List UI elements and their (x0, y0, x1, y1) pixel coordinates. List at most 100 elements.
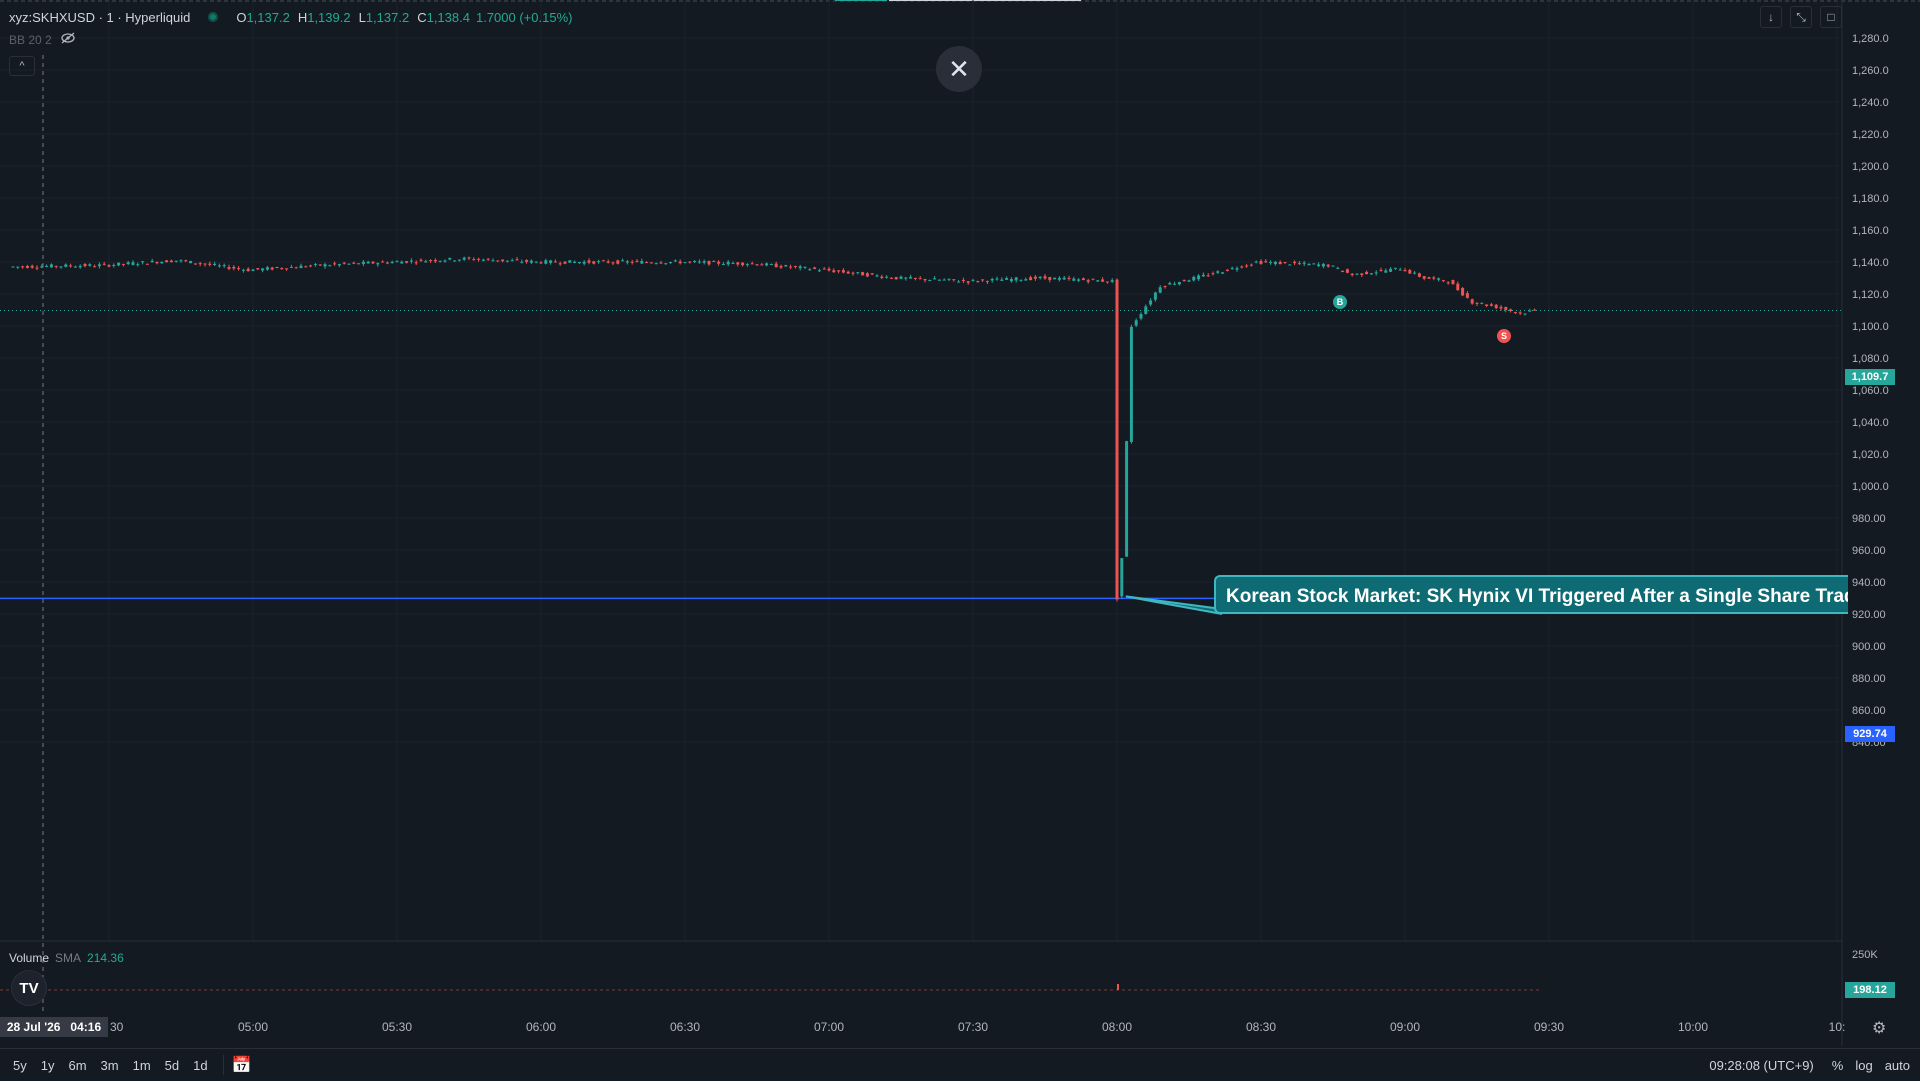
close-label: C (417, 9, 427, 25)
candle (165, 260, 169, 263)
sell-marker[interactable]: S (1497, 329, 1511, 343)
clock[interactable]: 09:28:08 (UTC+9) (1709, 1058, 1813, 1073)
candle (313, 263, 317, 265)
price-axis-label: 1,060.0 (1852, 385, 1889, 397)
candle (1341, 270, 1345, 273)
candle (1019, 279, 1023, 281)
candle (486, 258, 490, 260)
candle (203, 263, 207, 265)
candle (107, 265, 111, 267)
candle (702, 261, 706, 263)
tradingview-logo[interactable]: TV (11, 970, 47, 1006)
indicator-label[interactable]: BB 20 2 (9, 33, 52, 47)
candle (136, 264, 140, 266)
candle (1014, 277, 1018, 281)
eye-off-icon[interactable] (60, 32, 76, 47)
candle (457, 259, 461, 261)
range-1y[interactable]: 1y (34, 1058, 62, 1073)
price-chart[interactable]: 1,280.0 1,260.0 1,240.0 1,220.0 1,200.0 1,180… (0, 0, 1920, 1080)
candle (1230, 267, 1234, 269)
price-axis-label: 1,180.0 (1852, 193, 1889, 205)
range-1d[interactable]: 1d (186, 1058, 214, 1073)
symbol-legend: xyz:SKHXUSD · 1 · Hyperliquid O 1,137.2 H… (9, 8, 572, 26)
candle (1432, 277, 1436, 279)
candle (1192, 276, 1196, 281)
candle (832, 270, 836, 273)
percent-toggle[interactable]: % (1832, 1058, 1844, 1073)
time-axis-label: 30 (110, 1020, 124, 1034)
candle (69, 265, 73, 267)
candle (1005, 277, 1009, 280)
collapse-icon[interactable]: ⤡ (1790, 6, 1812, 28)
candle (1081, 278, 1085, 281)
candle (1437, 278, 1441, 280)
price-axis-label: 940.00 (1852, 577, 1886, 589)
range-3m[interactable]: 3m (94, 1058, 126, 1073)
horizontal-line-price-tag[interactable]: 929.74 (1845, 726, 1895, 742)
close-icon[interactable]: ✕ (936, 46, 982, 92)
candle (328, 265, 332, 267)
arrow-down-icon[interactable]: ↓ (1760, 6, 1782, 28)
buy-marker[interactable]: B (1333, 295, 1347, 309)
candle (1067, 277, 1071, 279)
candle (342, 262, 346, 264)
price-axis-label: 880.00 (1852, 673, 1886, 685)
candle (1389, 268, 1393, 272)
volume-sma-value: 214.36 (87, 951, 124, 965)
candle (289, 266, 293, 268)
range-5y[interactable]: 5y (6, 1058, 34, 1073)
range-6m[interactable]: 6m (61, 1058, 93, 1073)
candle (549, 260, 553, 263)
time-axis-label: 09:30 (1534, 1020, 1564, 1034)
candle (865, 273, 869, 277)
candle (717, 261, 721, 264)
volume-legend[interactable]: Volume SMA 214.36 (9, 951, 124, 965)
symbol-name[interactable]: xyz:SKHXUSD · 1 · Hyperliquid (9, 10, 190, 25)
calendar-icon[interactable]: 📅 (232, 1055, 252, 1075)
candle (467, 257, 471, 259)
candle (309, 265, 313, 267)
candle (337, 264, 341, 266)
candle (462, 257, 466, 260)
candle (1451, 279, 1455, 285)
fullscreen-icon[interactable]: □ (1820, 6, 1842, 28)
candle (645, 262, 649, 264)
news-callout[interactable]: Korean Stock Market: SK Hynix VI Trigger… (1214, 575, 1848, 614)
candle (669, 261, 673, 263)
candle (885, 276, 889, 278)
candle (1053, 277, 1057, 280)
candle (659, 262, 663, 264)
indicator-row[interactable]: BB 20 2 (9, 32, 76, 47)
price-axis-label: 920.00 (1852, 609, 1886, 621)
price-axis-label: 1,080.0 (1852, 353, 1889, 365)
candle (1489, 304, 1493, 306)
candle (16, 266, 20, 268)
crosshair-date-label: 28 Jul '26 04:16 (0, 1017, 108, 1037)
chart-grid (0, 0, 1842, 941)
candle (683, 262, 687, 264)
candle (1297, 263, 1301, 265)
log-toggle[interactable]: log (1855, 1058, 1872, 1073)
candle (169, 260, 173, 263)
settings-icon[interactable]: ⚙ (1872, 1018, 1886, 1038)
candle (366, 261, 370, 264)
auto-toggle[interactable]: auto (1885, 1058, 1910, 1073)
candle (1422, 276, 1426, 279)
candle (649, 262, 653, 264)
range-5d[interactable]: 5d (158, 1058, 186, 1073)
candle (1187, 280, 1191, 282)
candle (1038, 276, 1042, 279)
range-1m[interactable]: 1m (126, 1058, 158, 1073)
candle (520, 261, 524, 263)
collapse-legend-button[interactable]: ^ (9, 56, 35, 76)
candle (1101, 279, 1105, 282)
candle (1206, 275, 1210, 277)
candle (837, 270, 841, 272)
price-axis-label: 1,120.0 (1852, 289, 1889, 301)
candle (697, 261, 701, 263)
price-axis-label: 1,240.0 (1852, 97, 1889, 109)
candle (64, 264, 68, 267)
candle (246, 268, 250, 272)
candle (1461, 287, 1465, 296)
candle (515, 259, 519, 261)
